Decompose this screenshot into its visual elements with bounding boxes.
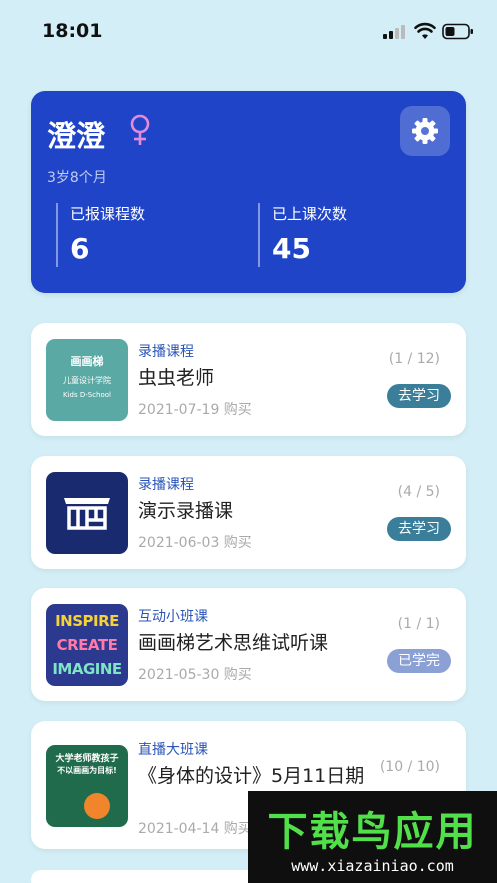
course-title: 虫虫老师 (138, 367, 215, 389)
watermark-banner: 下载鸟应用 www.xiazainiao.com (248, 791, 497, 883)
thumb-brand: 画画梯 (70, 355, 104, 368)
course-title: 演示录播课 (138, 500, 234, 522)
child-age: 3岁8个月 (47, 170, 107, 186)
course-progress: (1 / 12) (388, 351, 440, 367)
course-card[interactable]: INSPIRE CREATE IMAGINE 互动小班课 画画梯艺术思维试听课 … (31, 588, 466, 701)
thumb-subtitle: 儿童设计学院 (63, 376, 111, 385)
attended-label: 已上课次数 (272, 205, 348, 223)
course-progress: (1 / 1) (397, 616, 440, 632)
course-thumbnail: 画画梯 儿童设计学院 Kids D-School (46, 339, 128, 421)
thumb-subheadline: 不以画画为目标! (57, 766, 117, 775)
thumb-orange-circle (84, 793, 110, 819)
enrolled-label: 已报课程数 (70, 205, 146, 223)
thumb-caption: Kids D-School (62, 391, 111, 399)
gear-icon (412, 118, 438, 144)
thumb-headline: 大学老师教孩子 (55, 754, 119, 764)
classroom-logo-icon (64, 498, 110, 530)
thumb-word-create: CREATE (56, 636, 118, 654)
wifi-icon (414, 22, 436, 39)
status-bar: 18:01 (0, 0, 497, 62)
watermark-url: www.xiazainiao.com (291, 857, 454, 875)
thumb-word-inspire: INSPIRE (55, 612, 119, 630)
course-progress: (10 / 10) (379, 759, 440, 775)
course-title: 《身体的设计》5月11日期 (138, 765, 365, 787)
status-time: 18:01 (42, 20, 103, 42)
cellular-signal-icon (383, 25, 407, 39)
purchase-date: 2021-06-03 购买 (138, 535, 252, 551)
completed-badge[interactable]: 已学完 (387, 649, 451, 673)
purchase-date: 2021-05-30 购买 (138, 667, 252, 683)
course-type: 录播课程 (138, 344, 194, 360)
study-button[interactable]: 去学习 (387, 384, 451, 408)
enrolled-count: 6 (70, 232, 90, 265)
female-gender-icon (130, 114, 150, 145)
course-thumbnail: INSPIRE CREATE IMAGINE (46, 604, 128, 686)
course-thumbnail (46, 472, 128, 554)
course-type: 互动小班课 (138, 609, 208, 625)
course-type: 录播课程 (138, 477, 194, 493)
settings-button[interactable] (400, 106, 450, 156)
purchase-date: 2021-07-19 购买 (138, 402, 252, 418)
profile-card: 澄澄 3岁8个月 已报课程数 6 已上课次数 45 (31, 91, 466, 293)
course-progress: (4 / 5) (397, 484, 440, 500)
course-title: 画画梯艺术思维试听课 (138, 632, 329, 654)
battery-icon (442, 23, 473, 40)
course-thumbnail: 大学老师教孩子 不以画画为目标! (46, 745, 128, 827)
attended-count: 45 (272, 232, 311, 265)
study-button[interactable]: 去学习 (387, 517, 451, 541)
attended-classes-stat: 已上课次数 45 (258, 203, 347, 267)
enrolled-courses-stat: 已报课程数 6 (56, 203, 145, 267)
watermark-title: 下载鸟应用 (267, 809, 478, 855)
course-card[interactable]: 画画梯 儿童设计学院 Kids D-School 录播课程 虫虫老师 2021-… (31, 323, 466, 436)
course-card[interactable]: 录播课程 演示录播课 2021-06-03 购买 (4 / 5) 去学习 (31, 456, 466, 569)
child-name: 澄澄 (47, 119, 106, 153)
purchase-date: 2021-04-14 购买 (138, 821, 252, 837)
course-type: 直播大班课 (138, 742, 208, 758)
thumb-word-imagine: IMAGINE (52, 660, 122, 678)
